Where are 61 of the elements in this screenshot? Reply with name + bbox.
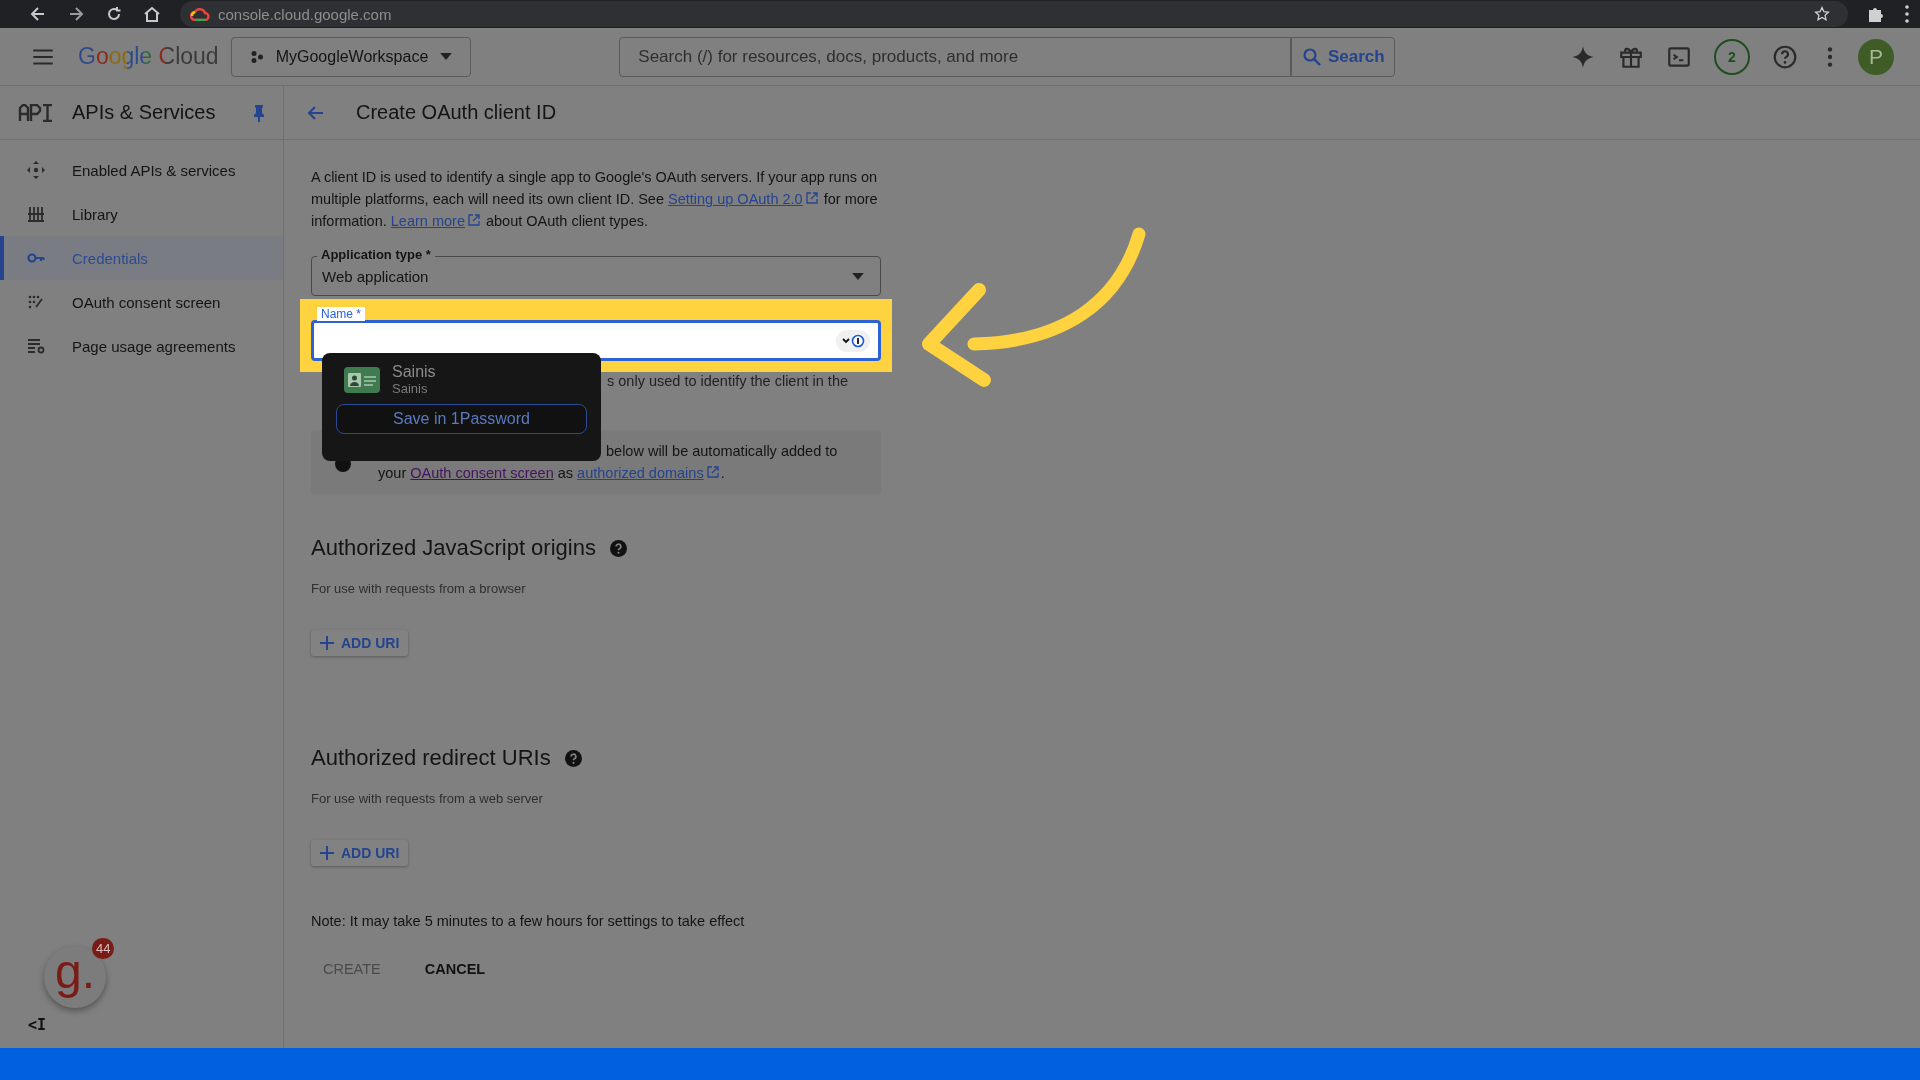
cancel-button[interactable]: CANCEL (412, 953, 498, 985)
note-text: Note: It may take 5 minutes to a few hours for settings to take effect (311, 913, 746, 930)
search-icon (1301, 46, 1322, 67)
dropdown-caret-icon (852, 272, 864, 280)
field-hint: s only used to identify the client in the (607, 373, 848, 389)
info-text: below will be automatically added to (606, 443, 838, 459)
plus-icon (320, 636, 334, 650)
search-button[interactable]: Search (1291, 36, 1396, 77)
link[interactable]: Learn more (390, 213, 465, 229)
password-manager-icon[interactable] (836, 329, 870, 352)
external-link-icon (467, 214, 480, 226)
project-selector[interactable]: MyGoogleWorkspace (230, 36, 472, 77)
more-icon[interactable] (1904, 4, 1910, 24)
save-button[interactable]: Save in 1Password (336, 404, 587, 434)
google-cloud-logo[interactable]: Google Cloud (78, 43, 219, 70)
page-title: Create OAuth client ID (356, 101, 557, 124)
plus-icon (320, 846, 334, 860)
field-label: Name * (317, 307, 365, 321)
link[interactable]: Setting up OAuth 2.0 (668, 191, 803, 207)
sidebar-item[interactable]: Enabled APIs & services (0, 148, 283, 192)
external-link-icon (805, 192, 818, 204)
sidebar-item[interactable]: OAuth consent screen (0, 280, 283, 324)
name-field[interactable] (311, 320, 881, 361)
field-label: Application type * (317, 247, 435, 263)
autofill-subtitle: Sainis (392, 381, 429, 396)
help-icon[interactable] (1772, 43, 1798, 70)
external-link-icon (706, 466, 719, 478)
url-text: console.cloud.google.com (218, 5, 392, 23)
section-title: Authorized redirect URIs (311, 745, 551, 771)
move-arrows-icon (26, 160, 46, 180)
info-text: your OAuth consent screen as authorized domains . (378, 464, 726, 483)
address-bar[interactable]: console.cloud.google.com (180, 1, 1848, 27)
cloud-icon (190, 7, 210, 21)
sidebar-item[interactable]: Page usage agreements (0, 324, 283, 368)
home-icon[interactable] (142, 4, 162, 24)
section-title: Authorized JavaScript origins (311, 535, 596, 561)
nodes-icon (249, 49, 264, 64)
help-icon[interactable] (564, 749, 582, 767)
section-subtitle: For use with requests from a web server (311, 791, 544, 806)
search-field[interactable]: Search (/) for resources, docs, products, and more (619, 36, 1292, 77)
add-uri-button[interactable]: ADD URI (311, 630, 409, 656)
autofill-title: Sainis (392, 363, 436, 381)
description: A client ID is used to identify a single app to Google's OAuth servers. If your app runs on multiple platforms, each will need its own client ID. See Setting up OAuth 2.0 for more information. Learn more about OAuth client types. (311, 168, 879, 231)
help-icon[interactable] (609, 539, 627, 557)
sidebar-item[interactable]: Credentials (0, 236, 283, 280)
section-subtitle: For use with requests from a browser (311, 581, 527, 596)
sidebar-item[interactable]: Library (0, 192, 283, 236)
avatar[interactable]: P (1858, 38, 1894, 75)
grid-icon (26, 204, 46, 224)
star-icon[interactable] (1814, 6, 1830, 22)
link[interactable]: authorized domains (577, 465, 704, 481)
notification-badge[interactable]: 2 (1714, 38, 1750, 75)
identity-card-icon (344, 366, 380, 393)
api-icon (18, 103, 54, 122)
list-settings-icon (26, 336, 46, 356)
add-uri-button[interactable]: ADD URI (311, 840, 409, 866)
caret-icon (440, 53, 453, 60)
count-badge: 44 (92, 938, 115, 959)
collapse-button[interactable]: <I (0, 1016, 70, 1048)
link[interactable]: OAuth consent screen (410, 465, 554, 481)
sidebar-title: APIs & Services (72, 101, 216, 124)
